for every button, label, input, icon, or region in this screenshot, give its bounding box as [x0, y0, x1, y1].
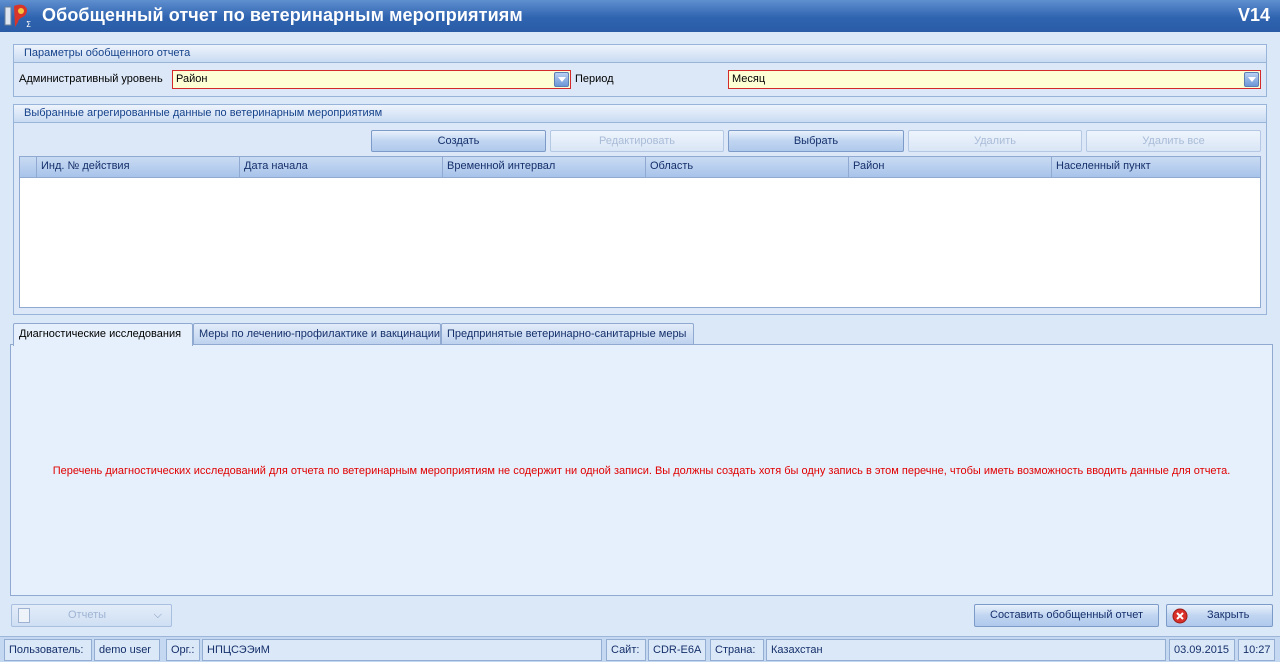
period-label: Период	[575, 73, 614, 85]
delete-all-button[interactable]: Удалить все	[1086, 130, 1261, 152]
window-title: Обобщенный отчет по ветеринарным меропри…	[42, 5, 523, 25]
column-header-time-interval[interactable]: Временной интервал	[442, 157, 645, 177]
app-logo-icon: Σ	[4, 4, 31, 29]
table-header: Инд. № действия Дата начала Временной ин…	[20, 157, 1260, 178]
tab-diagnostic-investigations[interactable]: Диагностические исследования	[13, 323, 193, 346]
status-bar: Пользователь: demo user Орг.: НПЦСЭЭиМ С…	[0, 636, 1280, 662]
row-selector-header[interactable]	[20, 157, 36, 177]
date-display: 03.09.2015	[1169, 639, 1235, 661]
close-icon	[1172, 608, 1188, 624]
tab-treatment-vaccination[interactable]: Меры по лечению-профилактике и вакцинаци…	[193, 323, 441, 345]
calculator-icon	[18, 608, 30, 623]
select-button[interactable]: Выбрать	[728, 130, 904, 152]
chevron-down-icon[interactable]	[554, 72, 569, 87]
tab-panel: Перечень диагностических исследований дл…	[10, 344, 1273, 596]
site-value: CDR-E6A	[648, 639, 706, 661]
site-label: Сайт:	[606, 639, 646, 661]
svg-text:Σ: Σ	[26, 20, 31, 29]
reports-label: Отчеты	[68, 609, 107, 621]
column-header-action-id[interactable]: Инд. № действия	[36, 157, 239, 177]
column-header-region[interactable]: Область	[645, 157, 848, 177]
close-button-label: Закрыть	[1207, 609, 1250, 621]
admin-level-label: Административный уровень	[19, 73, 163, 85]
column-header-settlement[interactable]: Населенный пункт	[1051, 157, 1260, 177]
period-select[interactable]: Месяц	[728, 70, 1261, 89]
version-label: V14	[1237, 5, 1270, 25]
chevron-down-icon[interactable]	[1244, 72, 1259, 87]
chevron-down-icon: ⌵	[153, 609, 162, 621]
edit-button[interactable]: Редактировать	[550, 130, 724, 152]
country-label: Страна:	[710, 639, 764, 661]
user-value: demo user	[94, 639, 160, 661]
aggregated-data-table[interactable]: Инд. № действия Дата начала Временной ин…	[19, 156, 1261, 308]
user-label: Пользователь:	[4, 639, 92, 661]
compose-report-button[interactable]: Составить обобщенный отчет	[974, 604, 1159, 627]
org-label: Орг.:	[166, 639, 200, 661]
reports-dropdown[interactable]: Отчеты ⌵	[11, 604, 172, 627]
time-display: 10:27	[1238, 639, 1275, 661]
org-value: НПЦСЭЭиМ	[202, 639, 602, 661]
create-button[interactable]: Создать	[371, 130, 546, 152]
admin-level-select[interactable]: Район	[172, 70, 571, 89]
column-header-district[interactable]: Район	[848, 157, 1051, 177]
country-value: Казахстан	[766, 639, 1166, 661]
tab-sanitary-measures[interactable]: Предпринятые ветеринарно-санитарные меры	[441, 323, 694, 345]
column-header-start-date[interactable]: Дата начала	[239, 157, 442, 177]
period-value: Месяц	[732, 73, 766, 85]
close-button[interactable]: Закрыть	[1166, 604, 1273, 627]
title-bar: Σ Обобщенный отчет по ветеринарным мероп…	[0, 0, 1280, 32]
aggregated-data-header: Выбранные агрегированные данные по ветер…	[14, 105, 1266, 123]
admin-level-value: Район	[176, 73, 208, 85]
report-parameters-header: Параметры обобщенного отчета	[14, 45, 1266, 63]
delete-button[interactable]: Удалить	[908, 130, 1082, 152]
empty-list-warning: Перечень диагностических исследований дл…	[52, 465, 1231, 477]
